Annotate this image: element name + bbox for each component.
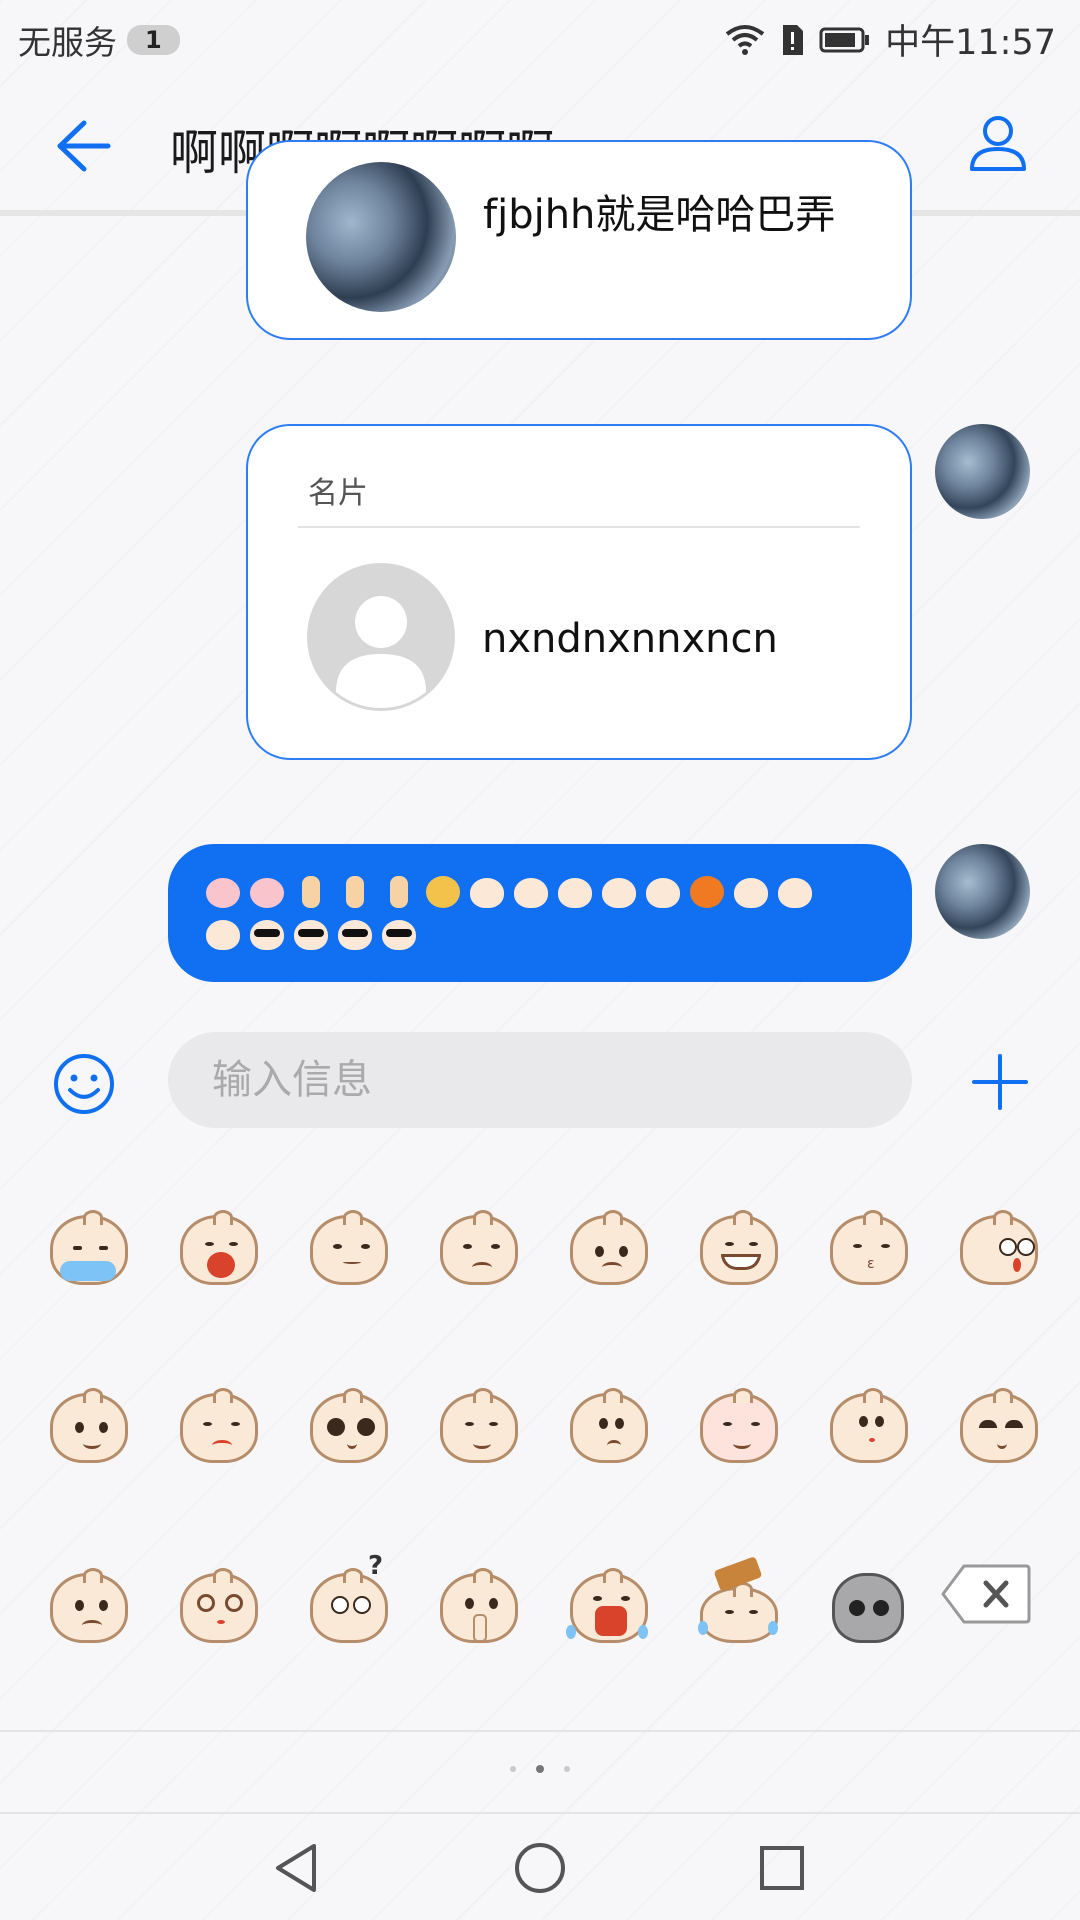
bun-giggle-icon[interactable] <box>436 1383 522 1469</box>
bun-crying-icon[interactable] <box>46 1205 132 1291</box>
bun-tongue-icon <box>732 874 770 908</box>
status-bar: 无服务 1 中午11:57 <box>0 0 1080 75</box>
sim-badge: 1 <box>127 25 180 55</box>
bun-hammer-icon[interactable] <box>696 1556 782 1649</box>
bun-sleepy-icon[interactable] <box>956 1383 1042 1469</box>
person-icon[interactable] <box>966 111 1030 175</box>
bun-sunglasses-icon <box>292 916 330 950</box>
divider <box>298 526 860 528</box>
emoji-line <box>204 916 882 950</box>
contact-card-message[interactable]: 名片 nxndnxnnxncn <box>246 424 912 760</box>
sim-alert-icon <box>783 24 804 55</box>
skull-icon[interactable] <box>826 1563 912 1649</box>
plus-icon[interactable] <box>970 1052 1030 1112</box>
bun-angry-fire-icon <box>688 874 726 908</box>
bun-upset-icon[interactable] <box>176 1383 262 1469</box>
contact-card-name: nxndnxnnxncn <box>482 616 778 662</box>
bun-smile-icon[interactable] <box>46 1383 132 1469</box>
bun-cry-icon <box>644 874 682 908</box>
pig-emoji-icon <box>204 874 242 908</box>
pointing-hand-icon <box>380 874 418 908</box>
bun-worried-icon[interactable] <box>436 1205 522 1291</box>
page-dot[interactable] <box>510 1766 516 1772</box>
bun-question-icon[interactable]: ? <box>306 1551 392 1649</box>
victory-hand-icon <box>292 874 330 908</box>
circle-home-icon[interactable] <box>512 1840 568 1896</box>
bun-teary-eyes-icon[interactable] <box>306 1383 392 1469</box>
backspace-icon[interactable] <box>940 1563 1032 1625</box>
bun-sunglasses-icon <box>248 916 286 950</box>
square-recent-icon[interactable] <box>754 1840 810 1896</box>
bun-sunglasses-icon <box>380 916 418 950</box>
triangle-back-icon[interactable] <box>270 1840 326 1896</box>
smiley-icon[interactable] <box>52 1052 116 1116</box>
avatar[interactable] <box>935 844 1030 939</box>
emoji-page-indicator <box>0 1765 1080 1773</box>
carrier-info: 无服务 1 <box>18 16 180 64</box>
arrow-left-icon[interactable] <box>48 111 118 181</box>
bun-annoyed-icon[interactable] <box>306 1205 392 1291</box>
emoji-line <box>204 874 882 908</box>
bun-cry-icon <box>556 874 594 908</box>
page-dot-active[interactable] <box>536 1765 544 1773</box>
bun-look-up-icon[interactable] <box>826 1383 912 1469</box>
contact-photo <box>306 162 456 312</box>
contact-card-label: 名片 <box>308 476 368 511</box>
message-input[interactable]: 输入信息 <box>168 1032 912 1128</box>
default-avatar-icon <box>307 563 455 711</box>
bun-emoji-icon <box>204 916 242 950</box>
wifi-icon <box>725 24 765 55</box>
bun-cry-icon <box>600 874 638 908</box>
contact-card-text: fjbjhh就是哈哈巴弄 <box>483 192 836 238</box>
bun-grin-icon[interactable] <box>696 1205 782 1291</box>
bun-shush-icon[interactable] <box>436 1563 522 1649</box>
bun-dizzy-icon[interactable] <box>176 1563 262 1649</box>
bun-kiss-icon[interactable]: ɛ <box>826 1205 912 1291</box>
bun-emoji-icon <box>468 874 506 908</box>
fireworks-icon <box>424 874 462 908</box>
bun-tongue-icon <box>776 874 814 908</box>
bun-sad-icon[interactable] <box>566 1205 652 1291</box>
emoji-panel: ɛ ? <box>0 1175 1080 1730</box>
bun-wailing-icon[interactable] <box>566 1563 652 1649</box>
battery-icon <box>819 27 870 52</box>
page-dot[interactable] <box>564 1766 570 1772</box>
bun-yawning-icon[interactable] <box>176 1205 262 1291</box>
rock-hand-icon <box>336 874 374 908</box>
clock-time: 中午11:57 <box>885 23 1056 63</box>
emoji-message-bubble[interactable] <box>168 844 912 982</box>
bun-cry-icon <box>512 874 550 908</box>
avatar[interactable] <box>935 424 1030 519</box>
status-icons: 中午11:57 <box>725 14 1056 65</box>
bun-thinking-icon[interactable] <box>566 1383 652 1469</box>
pig-emoji-icon <box>248 874 286 908</box>
bun-happy-icon[interactable] <box>696 1383 782 1469</box>
contact-card-message[interactable]: fjbjhh就是哈哈巴弄 <box>246 140 912 340</box>
carrier-label: 无服务 <box>18 23 117 62</box>
divider <box>0 1730 1080 1732</box>
bun-shocked-icon[interactable] <box>956 1205 1042 1291</box>
bun-sunglasses-icon <box>336 916 374 950</box>
navigation-bar <box>0 1814 1080 1920</box>
bun-pout-icon[interactable] <box>46 1563 132 1649</box>
